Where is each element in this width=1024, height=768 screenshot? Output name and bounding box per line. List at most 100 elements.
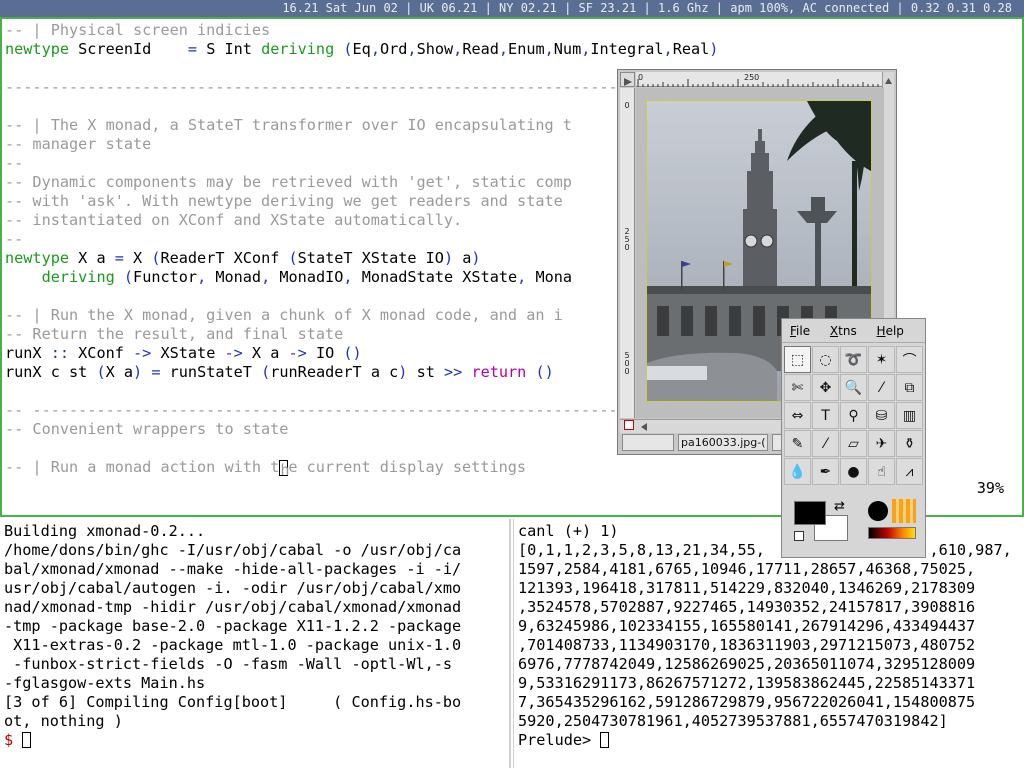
code-token: -- xyxy=(5,154,24,172)
code-line[interactable] xyxy=(5,287,718,306)
terminal-right[interactable]: canl (+) 1) [0,1,1,2,3,5,8,13,21,34,55, ,… xyxy=(513,519,1024,768)
dodge-burn-icon[interactable]: ● xyxy=(840,458,867,485)
code-token: ) xyxy=(709,40,719,58)
terminal-line: -fglasgow-exts Main.hs xyxy=(4,674,206,692)
code-token: >> xyxy=(444,363,463,381)
code-line[interactable]: -- | Run the X monad, given a chunk of X… xyxy=(5,306,718,325)
code-line[interactable] xyxy=(5,439,718,458)
rect-select-icon[interactable]: ⬚ xyxy=(784,346,811,373)
color-picker-icon[interactable]: ⚲ xyxy=(840,402,867,429)
terminal-left[interactable]: Building xmonad-0.2.../home/dons/bin/ghc… xyxy=(0,519,511,768)
code-line[interactable] xyxy=(5,382,718,401)
terminal-cursor xyxy=(600,732,610,748)
color-area: ⇄ xyxy=(784,489,923,555)
code-token: MonadIO xyxy=(270,268,344,286)
code-token: MonadState XState xyxy=(352,268,518,286)
code-line[interactable]: -- Return the result, and final state xyxy=(5,325,718,344)
code-token: , xyxy=(498,40,509,58)
terminal-prompt[interactable]: Prelude> xyxy=(518,731,1012,750)
code-token: X a xyxy=(105,363,134,381)
menu-xtns[interactable]: Xtns xyxy=(822,319,865,343)
code-line[interactable]: newtype X a = X (ReaderT XConf (StateT X… xyxy=(5,249,718,268)
menu-arrow-button[interactable] xyxy=(620,72,635,87)
prompt-symbol: $ xyxy=(4,731,14,749)
scissors-icon[interactable]: ✄ xyxy=(784,374,811,401)
code-line[interactable]: ----------------------------------------… xyxy=(5,78,718,97)
paintbrush-icon[interactable]: ⁄ xyxy=(812,430,839,457)
code-line[interactable]: -- | Physical screen indicies xyxy=(5,21,718,40)
code-line[interactable]: -- manager state xyxy=(5,135,718,154)
transform-icon[interactable]: ⧉ xyxy=(896,374,923,401)
terminal-prompt[interactable]: $ xyxy=(4,731,461,750)
terminal-right-output[interactable]: canl (+) 1) [0,1,1,2,3,5,8,13,21,34,55, ,… xyxy=(518,522,1012,750)
brush-preview[interactable] xyxy=(868,501,888,521)
lasso-icon[interactable]: ➰ xyxy=(840,346,867,373)
code-line[interactable]: -- Dynamic components may be retrieved w… xyxy=(5,173,718,192)
code-token: , xyxy=(261,268,271,286)
code-line[interactable]: -- with 'ask'. With newtype deriving we … xyxy=(5,192,718,211)
editor-code[interactable]: -- | Physical screen indicies newtype Scr… xyxy=(5,21,718,479)
clone-icon[interactable]: ⚱ xyxy=(896,430,923,457)
code-token: -- | Run the X monad, given a chunk of X… xyxy=(5,306,563,324)
pattern-preview[interactable] xyxy=(892,499,916,523)
convolve-icon[interactable]: 💧 xyxy=(784,458,811,485)
code-token: Ord xyxy=(379,40,408,58)
eraser-icon[interactable]: ▱ xyxy=(840,430,867,457)
code-token: () xyxy=(343,344,362,362)
code-token: deriving xyxy=(261,40,335,58)
terminal-line: nad/xmonad-tmp -hidir /usr/obj/cabal/xmo… xyxy=(4,598,462,616)
pencil-icon[interactable]: ✎ xyxy=(784,430,811,457)
ruler-v-label: 0 xyxy=(624,101,630,110)
code-line[interactable]: -- instantiated on XConf and XState auto… xyxy=(5,211,718,230)
code-token: ) xyxy=(443,249,454,267)
horizontal-ruler[interactable]: 0 250 xyxy=(636,72,884,87)
flip-icon[interactable]: ⇔ xyxy=(784,402,811,429)
reset-colors-icon[interactable] xyxy=(794,531,804,541)
code-line[interactable]: deriving (Functor, Monad, MonadIO, Monad… xyxy=(5,268,718,287)
vertical-ruler[interactable]: 0 250 500 xyxy=(620,88,635,418)
terminal-line: bal/xmonad/xmonad --make -hide-all-packa… xyxy=(4,560,462,578)
scroll-up-icon[interactable] xyxy=(883,75,894,87)
ellipse-select-icon[interactable]: ◌ xyxy=(812,346,839,373)
code-line[interactable]: -- xyxy=(5,154,718,173)
ruler-ticks xyxy=(637,79,884,87)
move-icon[interactable]: ✥ xyxy=(812,374,839,401)
code-line[interactable] xyxy=(5,59,718,78)
code-line[interactable]: runX :: XConf -> XState -> X a -> IO () xyxy=(5,344,718,363)
bezier-select-icon[interactable]: ⌒ xyxy=(896,346,923,373)
code-token: a xyxy=(453,249,472,267)
crop-icon[interactable]: ⁄ xyxy=(868,374,895,401)
ink-icon[interactable]: ✒ xyxy=(812,458,839,485)
scroll-left-icon[interactable] xyxy=(638,421,650,433)
smudge-icon[interactable]: ☝ xyxy=(868,458,895,485)
menu-help[interactable]: Help xyxy=(869,319,912,343)
code-line[interactable]: -- xyxy=(5,230,718,249)
code-line[interactable]: -- Convenient wrappers to state xyxy=(5,420,718,439)
code-line[interactable]: -- | Run a monad action with the current… xyxy=(5,458,718,479)
blend-icon[interactable]: ▥ xyxy=(896,402,923,429)
menu-file[interactable]: File xyxy=(782,319,818,343)
terminal-left-output[interactable]: Building xmonad-0.2.../home/dons/bin/ghc… xyxy=(4,522,461,750)
code-token: , xyxy=(581,40,591,58)
text-icon[interactable]: T xyxy=(812,402,839,429)
bucket-fill-icon[interactable]: ⛁ xyxy=(868,402,895,429)
measure-icon[interactable]: ⩘ xyxy=(896,458,923,485)
gradient-preview[interactable] xyxy=(868,527,916,539)
code-line[interactable]: -- | The X monad, a StateT transformer o… xyxy=(5,116,718,135)
airbrush-icon[interactable]: ✈ xyxy=(868,430,895,457)
code-line[interactable]: -- -------------------------------------… xyxy=(5,401,718,420)
gimp-toolbox[interactable]: File Xtns Help ⬚ ◌ ➰ ✶ ⌒ ✄ ✥ 🔍 ⁄ ⧉ ⇔ T ⚲ ⛁ ▥ ✎ ⁄ ▱ ✈ ⚱ 💧 ✒ ● ☝ ⩘… xyxy=(781,318,926,558)
code-token: Eq xyxy=(352,40,371,58)
code-token: Functor xyxy=(133,268,198,286)
code-line[interactable] xyxy=(5,97,718,116)
magic-wand-icon[interactable]: ✶ xyxy=(868,346,895,373)
magnify-icon[interactable]: 🔍 xyxy=(840,374,867,401)
code-token: , xyxy=(517,268,527,286)
foreground-color[interactable] xyxy=(794,501,826,525)
ruler-v-label: 250 xyxy=(624,227,630,252)
code-line[interactable]: runX c st (X a) = runStateT (runReaderT … xyxy=(5,363,718,382)
swap-colors-icon[interactable]: ⇄ xyxy=(834,499,845,514)
code-token: -- Dynamic components may be retrieved w… xyxy=(5,173,572,191)
code-line[interactable]: newtype ScreenId = S Int deriving (Eq,Or… xyxy=(5,40,718,59)
quickmask-icon[interactable] xyxy=(624,420,634,430)
